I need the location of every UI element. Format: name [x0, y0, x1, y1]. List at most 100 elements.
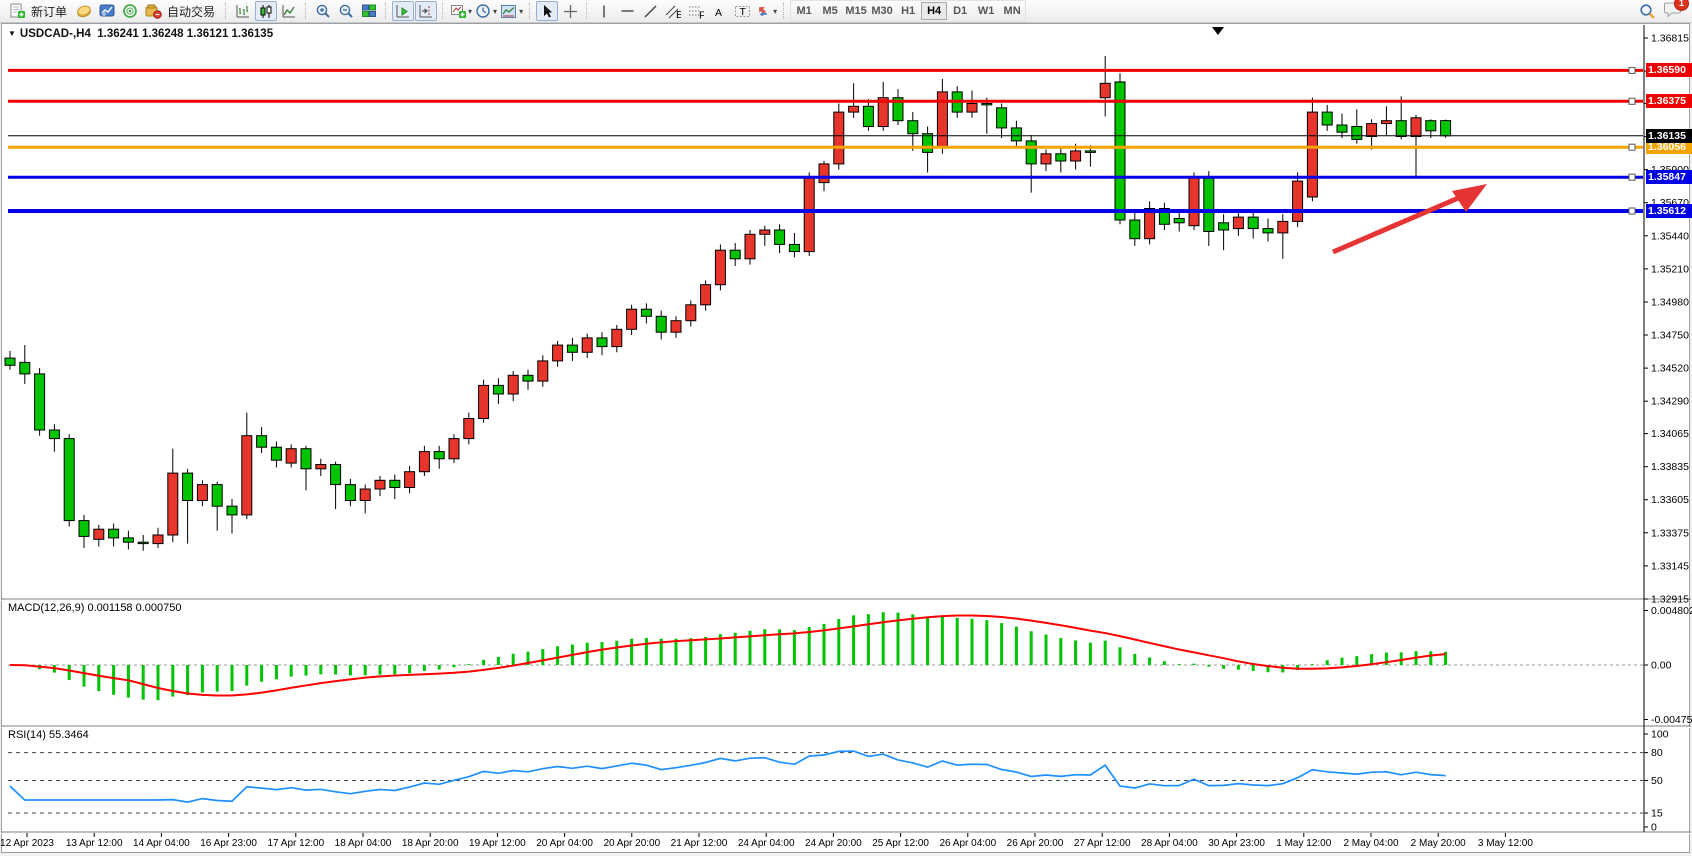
new-order-icon	[9, 3, 26, 19]
arrows-palette-icon	[755, 4, 771, 19]
crosshair-button[interactable]	[559, 1, 581, 21]
svg-text:1.33835: 1.33835	[1651, 461, 1689, 473]
autotrade-icon	[145, 3, 162, 19]
svg-text:0.00: 0.00	[1651, 660, 1672, 672]
trendline-button[interactable]	[639, 1, 661, 21]
zoom-in-button[interactable]	[312, 1, 334, 21]
rsi-panel[interactable]: 1008050150	[8, 729, 1669, 834]
mt4-terminal: { "toolbar": { "new_order_label": "新订单",…	[0, 0, 1692, 856]
timeframe-d1[interactable]: D1	[947, 2, 973, 20]
person-chart-button[interactable]	[96, 1, 118, 21]
timeframe-m15[interactable]: M15	[843, 2, 869, 20]
svg-text:1.34290: 1.34290	[1651, 396, 1689, 408]
tile-windows-button[interactable]	[358, 1, 380, 21]
chart-shift-button[interactable]	[415, 1, 437, 21]
horizontal-lines[interactable]	[8, 67, 1643, 214]
candlestick-chart-icon	[258, 4, 274, 19]
text-icon: A	[712, 4, 726, 19]
svg-text:1.34750: 1.34750	[1651, 330, 1689, 342]
svg-text:13 Apr 12:00: 13 Apr 12:00	[66, 838, 123, 849]
svg-text:A: A	[715, 7, 722, 19]
cursor-button[interactable]	[536, 1, 558, 21]
chevron-down-icon: ▾	[493, 7, 497, 16]
toolbar-separator	[385, 3, 387, 19]
svg-text:1.35210: 1.35210	[1651, 263, 1689, 275]
svg-text:1.33145: 1.33145	[1651, 560, 1689, 572]
coin-icon-button[interactable]	[73, 1, 95, 21]
line-chart-icon	[281, 4, 297, 19]
tile-windows-icon	[361, 3, 377, 19]
chart-canvas[interactable]: 1.368151.365851.363601.361301.359001.356…	[0, 0, 1692, 856]
toolbar-separator	[305, 3, 307, 19]
timeframe-mn[interactable]: MN	[999, 2, 1025, 20]
toolbar-separator	[586, 3, 588, 19]
svg-text:21 Apr 12:00: 21 Apr 12:00	[671, 838, 728, 849]
periods-button[interactable]: ▾	[474, 1, 498, 21]
fibonacci-icon: F	[688, 4, 704, 19]
crosshair-icon	[563, 4, 578, 19]
toolbar-separator	[225, 3, 227, 19]
candles[interactable]	[5, 56, 1451, 551]
macd-panel[interactable]: 0.0048020.00-0.004758	[8, 605, 1692, 726]
fibonacci-button[interactable]: F	[685, 1, 707, 21]
templates-button[interactable]: ▾	[499, 1, 524, 21]
svg-text:1.34065: 1.34065	[1651, 428, 1689, 440]
trendline-icon	[643, 4, 658, 19]
equidistant-channel-button[interactable]: E	[662, 1, 684, 21]
level-price-badge: 1.36375	[1646, 94, 1692, 108]
macd-values: 0.001158 0.000750	[87, 602, 181, 614]
new-order-button[interactable]	[6, 1, 28, 21]
indicators-button[interactable]: ▾	[449, 1, 473, 21]
autotrade-label[interactable]: 自动交易	[167, 3, 215, 20]
trend-arrow[interactable]	[1333, 184, 1487, 252]
main-toolbar: 新订单 自动交易	[0, 0, 1692, 23]
arrows-palette-button[interactable]: ▾	[754, 1, 778, 21]
macd-name: MACD(12,26,9)	[8, 602, 84, 614]
svg-text:1.34520: 1.34520	[1651, 363, 1689, 375]
svg-text:80: 80	[1651, 747, 1663, 759]
svg-text:30 Apr 23:00: 30 Apr 23:00	[1208, 838, 1265, 849]
chat-button[interactable]: 1	[1664, 1, 1682, 22]
text-button[interactable]: A	[708, 1, 730, 21]
signal-button[interactable]	[119, 1, 141, 21]
line-chart-type-button[interactable]	[278, 1, 300, 21]
svg-text:1.33375: 1.33375	[1651, 527, 1689, 539]
autotrade-button[interactable]	[142, 1, 164, 21]
svg-text:100: 100	[1651, 729, 1669, 741]
radar-signal-icon	[122, 3, 138, 19]
new-order-label[interactable]: 新订单	[31, 3, 67, 20]
candlestick-chart-type-button[interactable]	[255, 1, 277, 21]
timeframe-h1[interactable]: H1	[895, 2, 921, 20]
svg-text:27 Apr 12:00: 27 Apr 12:00	[1074, 838, 1131, 849]
timeframe-m5[interactable]: M5	[817, 2, 843, 20]
svg-text:2 May 04:00: 2 May 04:00	[1343, 838, 1398, 849]
template-icon	[500, 4, 517, 19]
text-label-button[interactable]: T	[731, 1, 753, 21]
svg-text:F: F	[699, 9, 704, 19]
collapse-triangle-icon[interactable]: ▼	[8, 29, 16, 38]
auto-scroll-button[interactable]	[392, 1, 414, 21]
chart-shift-icon	[418, 4, 434, 19]
toolbar-right-tools: 1	[1639, 1, 1682, 22]
timeframe-h4[interactable]: H4	[921, 2, 947, 20]
horizontal-line-button[interactable]	[616, 1, 638, 21]
bar-chart-type-button[interactable]	[232, 1, 254, 21]
svg-text:17 Apr 12:00: 17 Apr 12:00	[267, 838, 324, 849]
svg-text:3 May 12:00: 3 May 12:00	[1478, 838, 1533, 849]
svg-text:1.33605: 1.33605	[1651, 494, 1689, 506]
timeframe-m30[interactable]: M30	[869, 2, 895, 20]
cursor-arrow-icon	[540, 4, 554, 19]
timeframe-w1[interactable]: W1	[973, 2, 999, 20]
zoom-out-button[interactable]	[335, 1, 357, 21]
vertical-line-button[interactable]	[593, 1, 615, 21]
ohlc-values: 1.36241 1.36248 1.36121 1.36135	[97, 28, 273, 40]
svg-text:28 Apr 04:00: 28 Apr 04:00	[1141, 838, 1198, 849]
timeframe-m1[interactable]: M1	[791, 2, 817, 20]
zoom-in-icon	[315, 3, 331, 19]
svg-text:19 Apr 12:00: 19 Apr 12:00	[469, 838, 526, 849]
level-price-badge: 1.36590	[1646, 63, 1692, 77]
clock-icon	[475, 3, 491, 19]
svg-text:1.34980: 1.34980	[1651, 297, 1689, 309]
svg-text:18 Apr 04:00: 18 Apr 04:00	[335, 838, 392, 849]
search-icon[interactable]	[1639, 3, 1656, 20]
